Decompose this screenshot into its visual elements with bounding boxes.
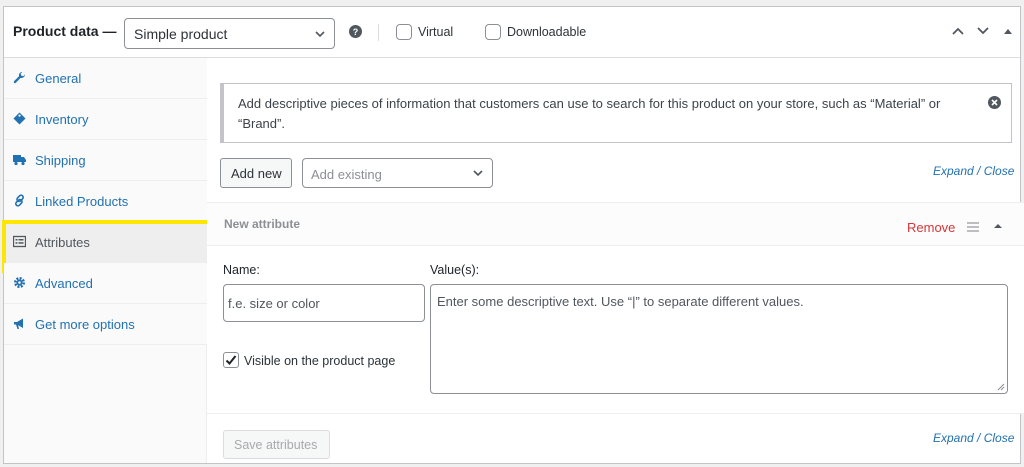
tab-general[interactable]: General xyxy=(4,58,207,99)
values-placeholder: Enter some descriptive text. Use “|” to … xyxy=(437,294,804,309)
attribute-item: New attribute Remove Name: Value(s): f.e… xyxy=(207,202,1024,414)
virtual-label: Virtual xyxy=(418,25,454,39)
expand-link[interactable]: Expand xyxy=(933,431,974,445)
info-notice: Add descriptive pieces of information th… xyxy=(220,83,1012,143)
resize-grip-icon[interactable] xyxy=(997,383,1005,391)
name-placeholder: f.e. size or color xyxy=(228,296,320,311)
visible-on-product-page-checkbox[interactable] xyxy=(223,352,239,368)
close-link[interactable]: Close xyxy=(984,164,1015,178)
add-existing-select[interactable]: Add existing xyxy=(302,158,493,188)
notice-text: Add descriptive pieces of information th… xyxy=(238,96,941,131)
tab-attributes-label: Attributes xyxy=(35,235,90,250)
tab-general-label: General xyxy=(35,71,82,86)
link-separator: / xyxy=(973,431,984,445)
tab-linked-products[interactable]: Linked Products xyxy=(4,181,207,222)
tab-shipping-label: Shipping xyxy=(35,153,86,168)
truck-icon xyxy=(13,155,26,166)
add-existing-placeholder: Add existing xyxy=(311,167,382,182)
attribute-name-input[interactable]: f.e. size or color xyxy=(223,284,425,322)
chevron-down-icon xyxy=(473,170,483,177)
add-new-button[interactable]: Add new xyxy=(220,158,292,188)
attribute-title: New attribute xyxy=(224,217,301,231)
chevron-down-icon xyxy=(315,31,325,38)
wrench-icon xyxy=(13,71,26,84)
dismiss-icon[interactable] xyxy=(988,96,1001,109)
visible-on-product-page-label: Visible on the product page xyxy=(244,354,396,368)
tab-inventory[interactable]: Inventory xyxy=(4,99,207,140)
header-separator xyxy=(378,24,379,41)
attribute-values-textarea[interactable]: Enter some descriptive text. Use “|” to … xyxy=(430,284,1008,394)
svg-text:?: ? xyxy=(353,27,359,37)
values-label: Value(s): xyxy=(430,263,480,277)
move-down-icon[interactable] xyxy=(976,24,990,38)
downloadable-checkbox[interactable] xyxy=(485,24,501,40)
collapse-arrow-icon[interactable] xyxy=(993,221,1003,231)
expand-close-links-bottom: Expand / Close xyxy=(933,431,1014,445)
tab-advanced[interactable]: Advanced xyxy=(4,263,207,304)
link-icon xyxy=(15,194,24,207)
tab-attributes[interactable]: Attributes xyxy=(2,220,215,273)
list-icon xyxy=(13,235,26,248)
link-separator: / xyxy=(973,164,984,178)
gear-icon xyxy=(14,277,25,288)
help-icon[interactable]: ? xyxy=(349,25,362,38)
attributes-panel: Add descriptive pieces of information th… xyxy=(207,58,1024,463)
tag-icon xyxy=(13,112,26,125)
tab-get-more-options[interactable]: Get more options xyxy=(4,304,207,345)
tab-linked-products-label: Linked Products xyxy=(35,194,129,209)
add-new-label: Add new xyxy=(231,166,282,181)
drag-handle-icon[interactable] xyxy=(967,222,979,232)
tab-inventory-label: Inventory xyxy=(35,112,89,127)
downloadable-label: Downloadable xyxy=(507,25,587,39)
collapse-panel-icon[interactable] xyxy=(1001,24,1015,38)
tab-get-more-options-label: Get more options xyxy=(35,317,135,332)
megaphone-icon xyxy=(14,318,23,329)
tab-advanced-label: Advanced xyxy=(35,276,93,291)
panel-title: Product data — xyxy=(13,23,117,39)
move-up-icon[interactable] xyxy=(951,24,965,38)
save-attributes-label: Save attributes xyxy=(234,438,318,452)
expand-link[interactable]: Expand xyxy=(933,164,974,178)
checkmark-icon xyxy=(225,355,237,365)
close-link[interactable]: Close xyxy=(984,431,1015,445)
save-attributes-button[interactable]: Save attributes xyxy=(223,430,330,459)
product-type-value: Simple product xyxy=(134,26,228,42)
name-label: Name: xyxy=(223,263,260,277)
tab-shipping[interactable]: Shipping xyxy=(4,140,207,181)
remove-attribute-link[interactable]: Remove xyxy=(907,220,955,235)
product-data-tabs: General Inventory Shipping Linked Produc… xyxy=(2,58,215,463)
product-data-header: Product data — Simple product ? Virtual … xyxy=(4,7,1020,58)
virtual-checkbox[interactable] xyxy=(396,24,412,40)
product-data-panel: Product data — Simple product ? Virtual … xyxy=(2,6,1024,464)
product-type-select[interactable]: Simple product xyxy=(124,18,335,49)
expand-close-links-top: Expand / Close xyxy=(933,164,1014,178)
attribute-header[interactable]: New attribute Remove xyxy=(207,203,1024,246)
